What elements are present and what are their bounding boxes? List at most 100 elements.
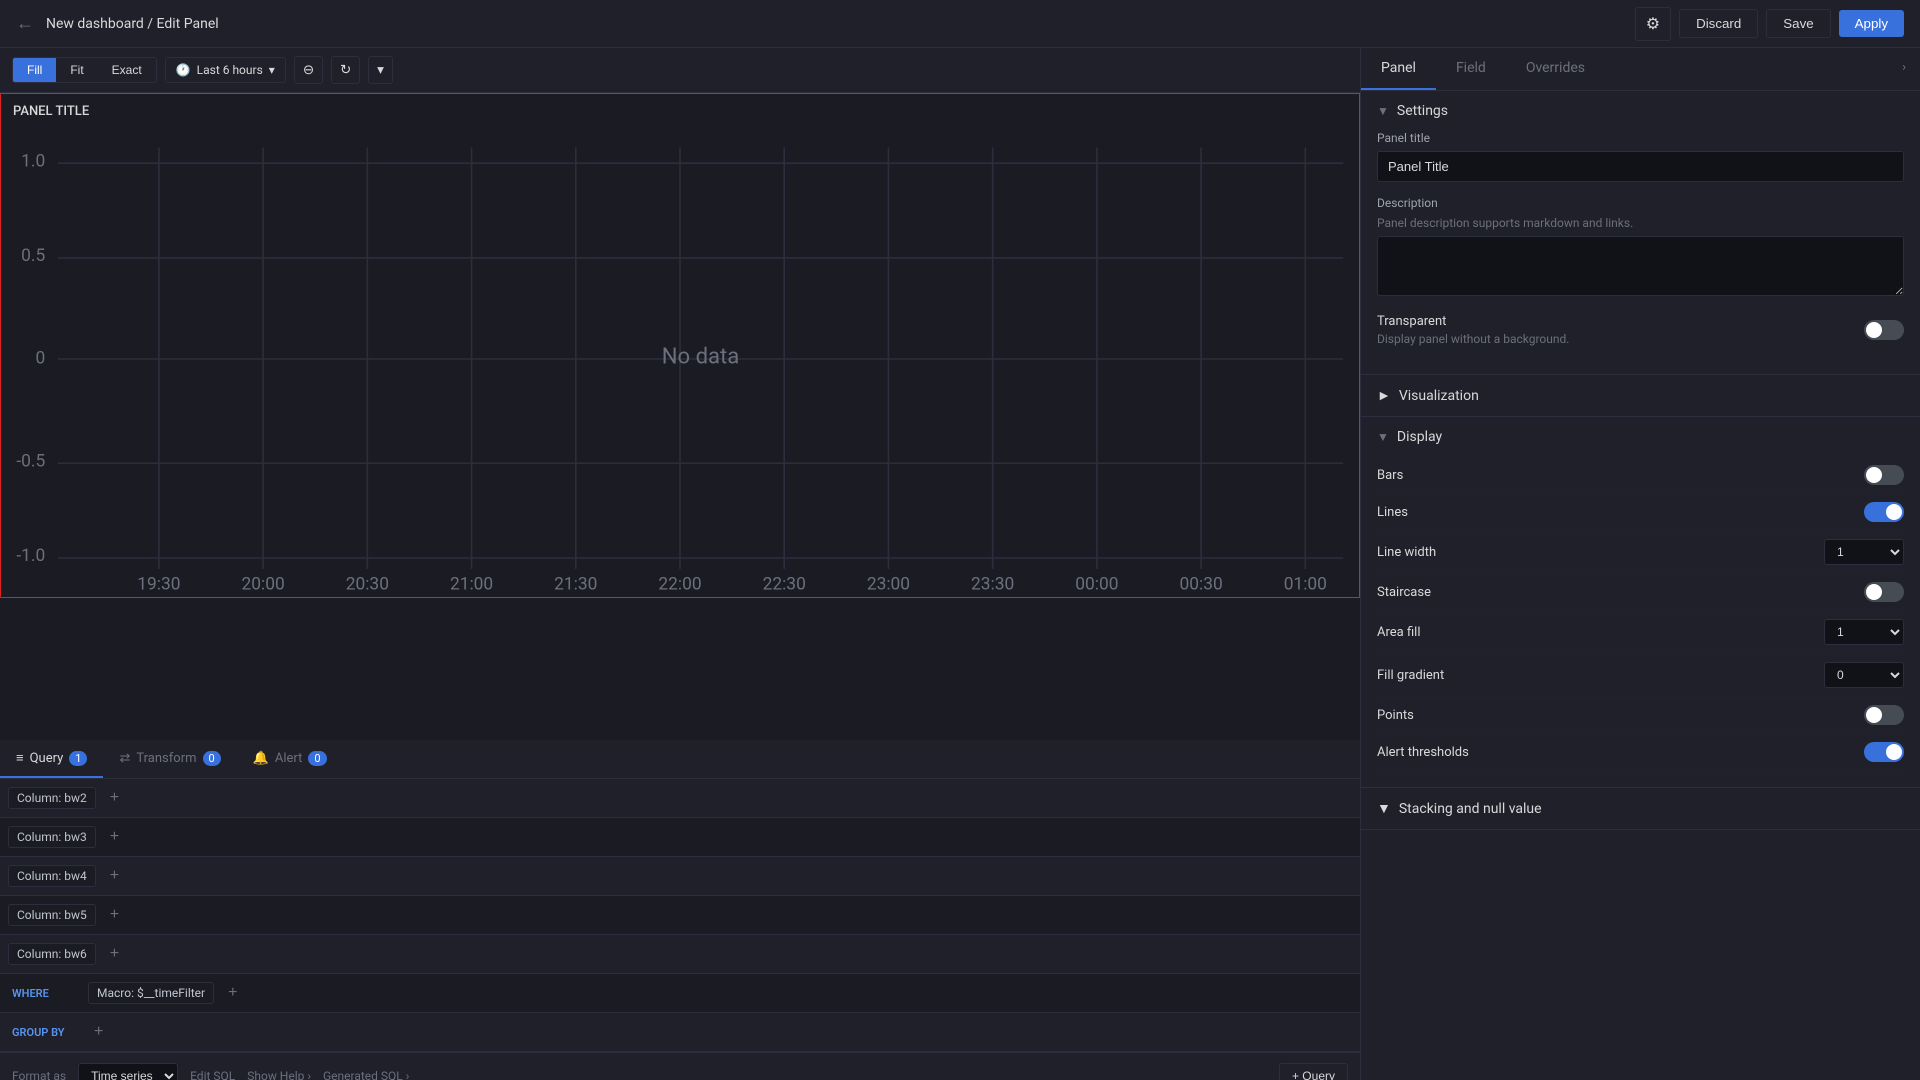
refresh-button[interactable]: ↻ [331,56,360,84]
area-fill-label: Area fill [1377,625,1420,640]
add-column-btn[interactable]: + [104,787,125,809]
chevron-down-icon: ▼ [1377,104,1389,118]
table-row: Column: bw6 + [0,935,1360,974]
save-button[interactable]: Save [1766,9,1830,38]
svg-text:00:00: 00:00 [1075,575,1118,593]
transparent-label: Transparent [1377,314,1569,329]
chevron-down-icon: ▼ [1377,430,1389,444]
collapse-button[interactable]: › [1888,48,1920,90]
chart-svg: 1.0 0.5 0 -0.5 -1.0 [1,119,1359,593]
add-group-btn[interactable]: + [88,1021,109,1043]
stacking-title: Stacking and null value [1399,801,1542,817]
zoom-out-button[interactable]: ⊖ [294,56,323,84]
stacking-section: ▼ Stacking and null value [1361,788,1920,830]
add-column-btn[interactable]: + [104,865,125,887]
topbar: ← New dashboard / Edit Panel ⚙ Discard S… [0,0,1920,48]
panel-title-input[interactable] [1377,151,1904,182]
alert-thresholds-slider [1864,742,1904,762]
svg-text:-0.5: -0.5 [16,451,45,471]
svg-text:20:30: 20:30 [346,575,389,593]
row-content: Column: bw3 + [0,818,1360,856]
tab-query[interactable]: ≡ Query 1 [0,740,103,778]
description-input[interactable] [1377,236,1904,296]
transform-label: Transform [136,751,196,766]
lines-label: Lines [1377,505,1408,520]
tab-alert[interactable]: 🔔 Alert 0 [237,740,343,778]
add-column-btn[interactable]: + [104,904,125,926]
query-tabs: ≡ Query 1 ⇄ Transform 0 🔔 Alert 0 [0,740,1360,779]
svg-text:21:00: 21:00 [450,575,493,593]
transparent-toggle[interactable] [1864,320,1904,340]
svg-text:0: 0 [35,349,45,369]
table-row: Column: bw4 + [0,857,1360,896]
display-header[interactable]: ▼ Display [1361,417,1920,457]
alert-thresholds-toggle[interactable] [1864,742,1904,762]
bars-toggle[interactable] [1864,465,1904,485]
fill-gradient-select[interactable]: 012 [1824,662,1904,688]
discard-button[interactable]: Discard [1679,9,1758,38]
show-help-link[interactable]: Show Help › [247,1069,311,1080]
staircase-row: Staircase [1377,574,1904,611]
page-title: New dashboard / Edit Panel [46,16,1635,32]
transparent-row: Transparent Display panel without a back… [1377,314,1904,346]
fit-button[interactable]: Fit [56,58,97,82]
description-hint: Panel description supports markdown and … [1377,216,1904,230]
svg-text:22:30: 22:30 [763,575,806,593]
tab-overrides[interactable]: Overrides [1506,48,1605,90]
tab-transform[interactable]: ⇄ Transform 0 [103,740,236,778]
query-section: ≡ Query 1 ⇄ Transform 0 🔔 Alert 0 [0,740,1360,1080]
row-content: Column: bw2 + [0,779,1360,817]
chart-container: PANEL TITLE 1.0 0.5 0 -0.5 -1.0 [0,93,1360,740]
settings-section: ▼ Settings Panel title Description Panel… [1361,91,1920,375]
settings-header[interactable]: ▼ Settings [1361,91,1920,131]
generated-sql-link[interactable]: Generated SQL › [323,1069,409,1080]
transform-badge: 0 [203,751,221,766]
add-column-btn[interactable]: + [104,943,125,965]
add-where-btn[interactable]: + [222,982,243,1004]
description-row: Description Panel description supports m… [1377,196,1904,300]
apply-button[interactable]: Apply [1839,10,1904,37]
points-toggle[interactable] [1864,705,1904,725]
lines-row: Lines [1377,494,1904,531]
area-fill-select[interactable]: 102 [1824,619,1904,645]
tab-panel[interactable]: Panel [1361,48,1436,90]
visualization-header[interactable]: ► Visualization [1361,375,1920,416]
row-content: Column: bw5 + [0,896,1360,934]
exact-button[interactable]: Exact [98,58,156,82]
more-options-button[interactable]: ▾ [368,56,393,84]
add-column-btn[interactable]: + [104,826,125,848]
alert-thresholds-row: Alert thresholds [1377,734,1904,771]
where-content: Macro: $__timeFilter + [80,974,1360,1012]
table-row: Column: bw5 + [0,896,1360,935]
svg-text:23:30: 23:30 [971,575,1014,593]
format-label: Format as [12,1069,66,1080]
left-panel: Fill Fit Exact 🕐 Last 6 hours ▾ ⊖ ↻ ▾ PA… [0,48,1360,1080]
area-fill-row: Area fill 102 [1377,611,1904,654]
group-by-label: GROUP BY [0,1018,80,1047]
staircase-toggle[interactable] [1864,582,1904,602]
tab-field[interactable]: Field [1436,48,1506,90]
description-label: Description [1377,196,1904,210]
visualization-section: ► Visualization [1361,375,1920,417]
transparent-slider [1864,320,1904,340]
line-width-label: Line width [1377,545,1436,560]
settings-button[interactable]: ⚙ [1635,7,1671,41]
add-query-button[interactable]: + Query [1279,1063,1348,1080]
stacking-header[interactable]: ▼ Stacking and null value [1361,788,1920,829]
table-row: Column: bw2 + [0,779,1360,818]
display-section: ▼ Display Bars Lines [1361,417,1920,788]
where-row: WHERE Macro: $__timeFilter + [0,974,1360,1013]
alert-badge: 0 [308,751,326,766]
format-select[interactable]: Time series Table [78,1063,178,1080]
edit-sql-link[interactable]: Edit SQL [190,1069,235,1080]
lines-toggle[interactable] [1864,502,1904,522]
line-width-select[interactable]: 12345 [1824,539,1904,565]
bars-label: Bars [1377,468,1403,483]
display-title: Display [1397,429,1442,445]
svg-text:19:30: 19:30 [137,575,180,593]
transparent-desc: Display panel without a background. [1377,332,1569,346]
fill-button[interactable]: Fill [13,58,56,82]
back-button[interactable]: ← [16,13,34,34]
column-tag: Column: bw3 [8,826,96,848]
time-range-picker[interactable]: 🕐 Last 6 hours ▾ [165,57,286,83]
